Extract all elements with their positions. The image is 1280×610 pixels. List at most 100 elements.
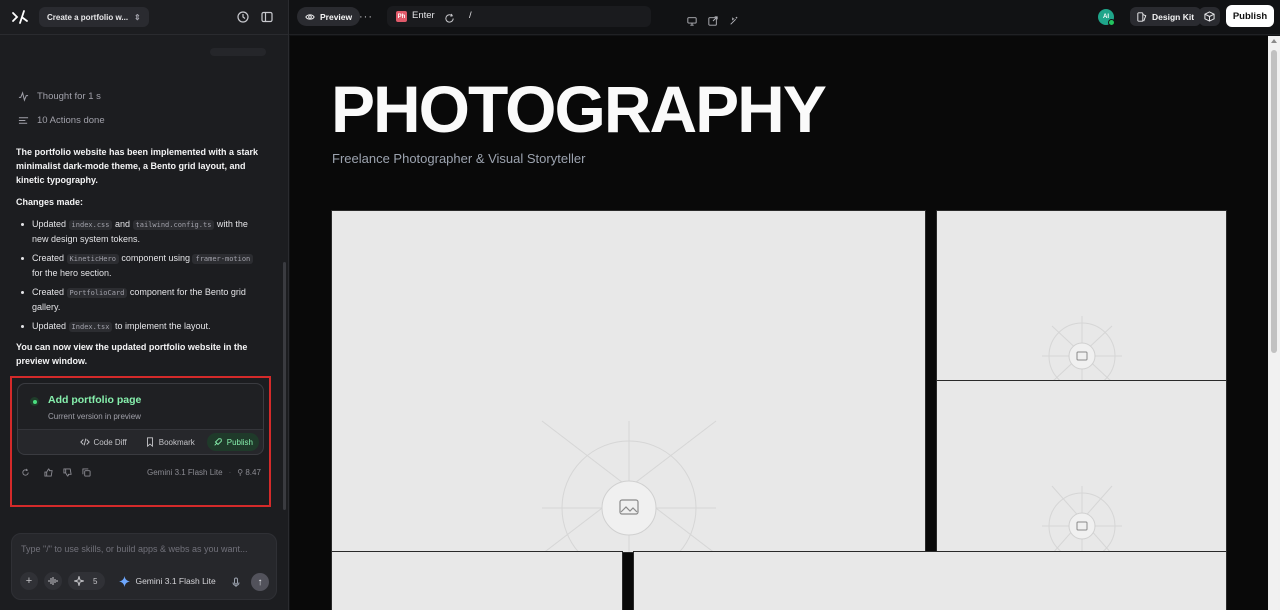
change-item: Created PortfolioCard component for the … [16,285,266,314]
code-diff-button[interactable]: Code Diff [74,433,133,451]
skills-count: 5 [93,576,98,586]
sparkle-icon [74,576,84,586]
waveform-icon[interactable] [44,572,62,590]
sidebar-toggle-icon[interactable] [259,9,275,25]
design-kit-button[interactable]: Design Kit [1130,7,1202,26]
thumbs-up-icon[interactable] [43,467,53,477]
cube-icon[interactable] [1199,7,1220,26]
assistant-message: The portfolio website has been implement… [16,145,266,376]
portfolio-card[interactable] [331,551,623,610]
version-subtitle: Current version in preview [48,412,141,421]
change-item: Created KineticHero component using fram… [16,251,266,280]
change-text: component using [121,253,190,263]
gemini-icon [119,575,131,587]
version-actions: Code Diff Bookmark Publish [74,433,259,451]
app-window: Create a portfolio w... ⇕ Thought for 1 … [0,0,1280,610]
chat-scrollbar[interactable] [283,262,286,510]
preview-button[interactable]: Preview [297,7,361,26]
publish-button[interactable]: Publish [1226,5,1274,27]
thought-row[interactable]: Thought for 1 s [18,91,101,102]
image-placeholder-icon [1042,316,1122,380]
add-icon[interactable]: + [20,572,38,590]
composer-model-name: Gemini 3.1 Flash Lite [135,576,216,586]
palette-icon [1137,11,1147,22]
magic-icon[interactable] [729,16,740,27]
change-item: Updated Index.tsx to implement the layou… [16,319,266,334]
code-chip: framer-motion [192,254,254,264]
scroll-thumb[interactable] [1271,50,1277,353]
portfolio-card[interactable] [633,551,1227,610]
portfolio-card[interactable] [936,380,1227,553]
preview-toolbar: Preview ··· Ph Enter / AI Design Kit Pub… [289,0,1280,35]
bookmark-label: Bookmark [158,437,195,447]
chat-panel: Create a portfolio w... ⇕ Thought for 1 … [0,0,289,610]
portfolio-card[interactable] [331,210,926,553]
refresh-icon[interactable] [444,11,455,23]
code-icon [79,438,90,446]
address-bar-actions [687,16,740,27]
retry-icon[interactable] [20,467,30,477]
logo-icon[interactable] [10,7,30,27]
change-item: Updated index.css and tailwind.config.ts… [16,217,266,246]
hero-title: PHOTOGRAPHY [331,72,827,146]
preview-scrollbar[interactable] [1268,36,1280,610]
scroll-up-icon[interactable] [1271,39,1277,43]
portfolio-card[interactable] [936,210,1227,381]
status-dot-icon [30,397,39,406]
version-publish-button[interactable]: Publish [206,433,259,451]
change-text: to implement the layout. [115,321,211,331]
rocket-icon [214,438,222,446]
version-title: Add portfolio page [48,394,142,406]
credits-value: 8.47 [245,468,261,477]
separator: · [228,468,232,477]
changes-list: Updated index.css and tailwind.config.ts… [16,217,266,334]
skills-button[interactable]: 5 [68,572,106,590]
change-text: component for the Bento grid gallery. [32,287,246,312]
bookmark-icon [146,437,153,447]
composer[interactable]: Type "/" to use skills, or build apps & … [11,533,277,600]
version-card[interactable]: Add portfolio page Current version in pr… [17,383,264,455]
code-chip: Index.tsx [68,322,113,332]
bookmark-button[interactable]: Bookmark [139,433,201,451]
design-kit-label: Design Kit [1152,11,1195,22]
user-avatar[interactable]: AI [1098,9,1115,26]
credits-cost: ⚲ 8.47 [237,468,261,477]
external-link-icon[interactable] [708,16,719,27]
change-text: and [115,219,131,229]
actions-row[interactable]: 10 Actions done [18,115,105,126]
code-chip: index.css [68,220,113,230]
change-verb: Created [32,287,65,297]
feedback-bar [20,467,91,477]
change-verb: Created [32,253,65,263]
page-title: Enter [412,10,435,21]
project-name: Create a portfolio w... [47,12,129,22]
address-bar[interactable]: Ph Enter / [387,6,738,27]
more-options-icon[interactable]: ··· [357,7,375,26]
code-chip: KineticHero [66,254,119,264]
changes-heading: Changes made: [16,197,84,207]
summary-text: The portfolio website has been implement… [16,147,259,185]
change-verb: Updated [32,219,67,229]
history-icon[interactable] [235,9,251,25]
url-path[interactable]: / [469,10,472,21]
change-text: for the hero section. [32,268,112,278]
actions-icon [18,117,29,124]
favicon: Ph [396,11,407,22]
version-card-header: Add portfolio page Current version in pr… [18,384,263,430]
model-selector[interactable]: Gemini 3.1 Flash Lite [119,575,216,587]
monitor-icon[interactable] [687,16,698,27]
project-selector[interactable]: Create a portfolio w... ⇕ [39,7,149,27]
response-meta: Gemini 3.1 Flash Lite · ⚲ 8.47 [147,468,261,477]
copy-icon[interactable] [81,467,91,477]
publish-label: Publish [226,437,253,447]
thumbs-down-icon[interactable] [62,467,72,477]
composer-input[interactable]: Type "/" to use skills, or build apps & … [21,544,248,554]
closing-text: You can now view the updated portfolio w… [16,342,248,366]
chevron-updown-icon: ⇕ [134,12,141,22]
eye-icon [305,13,315,20]
microphone-icon[interactable] [228,574,244,590]
preview-label: Preview [320,11,353,22]
image-placeholder-icon [1042,485,1122,552]
image-placeholder-icon [541,420,717,552]
send-button[interactable]: ↑ [251,573,269,591]
